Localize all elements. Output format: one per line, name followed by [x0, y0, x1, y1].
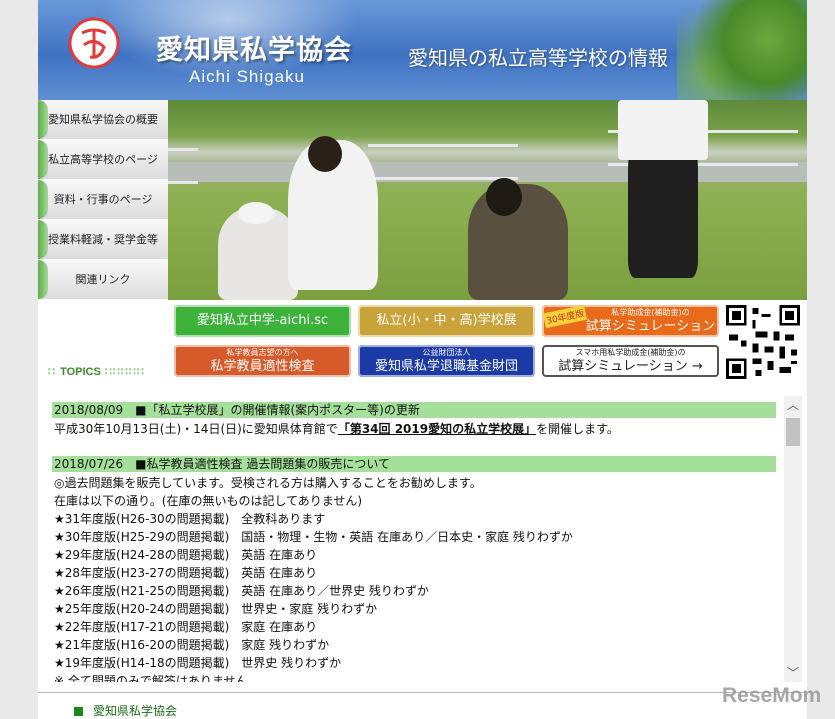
- sidenav-item-high-schools[interactable]: 私立高等学校のページ: [38, 140, 168, 180]
- banner-aichi-private-junior-high[interactable]: 愛知私立中学-aichi.sc: [174, 305, 351, 337]
- banner-label: 試算シミュレーション →: [558, 359, 703, 374]
- sidenav-item-label: 授業料軽減・奨学金等: [48, 233, 158, 246]
- page-frame: 愛知県私学協会 Aichi Shigaku 愛知県の私立高等学校の情報 愛知県私…: [38, 0, 807, 719]
- banner-small-label: スマホ用私学助成金(補助金)の: [575, 348, 686, 357]
- site-romaji: Aichi Shigaku: [189, 67, 306, 86]
- hero-fence-mid: [368, 144, 518, 180]
- side-navigation: 愛知県私学協会の概要 私立高等学校のページ 資料・行事のページ 授業料軽減・奨学…: [38, 100, 168, 300]
- news-line: ★25年度版(H20-24の問題掲載) 世界史・家庭 残りわずか: [54, 602, 378, 616]
- news-line: ★28年度版(H23-27の問題掲載) 英語 在庫あり: [54, 566, 318, 580]
- banner-label: 私学教員適性検査: [210, 359, 315, 374]
- news-line: 平成30年10月13日(土)・14日(日)に愛知県体育館で「第34回 2019愛…: [52, 420, 776, 438]
- banner-smartphone-simulation[interactable]: スマホ用私学助成金(補助金)の 試算シミュレーション →: [542, 345, 719, 377]
- topics-label-text: TOPICS: [60, 366, 101, 378]
- news-line: 在庫は以下の通り。(在庫の無いものは記してありません): [54, 494, 363, 508]
- banner-private-school-exhibition[interactable]: 私立(小・中・高)学校展: [358, 305, 535, 337]
- banner-label: 愛知県私学退職基金財団: [374, 359, 518, 374]
- hero-head2: [486, 178, 522, 216]
- sidenav-item-overview[interactable]: 愛知県私学協会の概要: [38, 100, 168, 140]
- news-line: ★29年度版(H24-28の問題掲載) 英語 在庫あり: [54, 548, 318, 562]
- hero-photo: [168, 100, 807, 300]
- hero-fence-left: [168, 148, 198, 184]
- banner-subsidy-simulation[interactable]: 30年度版 私学助成金(補助金)の 試算シミュレーション: [542, 305, 719, 337]
- scroll-thumb[interactable]: [786, 418, 800, 446]
- news-line: ★31年度版(H26-30の問題掲載) 全教科あります: [54, 512, 326, 526]
- news-line: ★26年度版(H21-25の問題掲載) 英語 在庫あり／世界史 残りわずか: [54, 584, 429, 598]
- site-header: 愛知県私学協会 Aichi Shigaku 愛知県の私立高等学校の情報: [38, 0, 807, 100]
- banner-small-label: 私学教員志望の方へ: [226, 348, 299, 357]
- resemom-watermark: ReseMom: [722, 684, 822, 707]
- hero-hat: [238, 202, 274, 224]
- news-line: ★30年度版(H25-29の問題掲載) 国語・物理・生物・英語 在庫あり／日本史…: [54, 530, 573, 544]
- sidenav-item-related-links[interactable]: 関連リンク: [38, 260, 168, 300]
- footer: 愛知県私学協会: [74, 702, 177, 719]
- hero-head1: [308, 136, 342, 172]
- news-content: 2018/08/09 ■「私立学校展」の開催情報(案内ポスター等)の更新 平成3…: [52, 396, 776, 682]
- banner-teacher-aptitude-test[interactable]: 私学教員志望の方へ 私学教員適性検査: [174, 345, 351, 377]
- news-line: ◎過去問題集を販売しています。受検される方は購入することをお勧めします。: [54, 476, 482, 490]
- topics-label: ∷ TOPICS ∷∷∷∷∷: [48, 366, 145, 378]
- news-line: ★22年度版(H17-21の問題掲載) 家庭 在庫あり: [54, 620, 318, 634]
- footer-label: 愛知県私学協会: [93, 704, 178, 718]
- association-logo-icon[interactable]: [68, 17, 120, 69]
- news-line: ★19年度版(H14-18の問題掲載) 世界史 残りわずか: [54, 656, 342, 670]
- sidenav-item-label: 愛知県私学協会の概要: [48, 113, 158, 126]
- news-heading: 2018/08/09 ■「私立学校展」の開催情報(案内ポスター等)の更新: [52, 402, 776, 418]
- qr-code-icon[interactable]: [726, 305, 800, 379]
- news-text: を開催します。: [536, 422, 619, 436]
- scroll-up-icon[interactable]: ︿: [784, 396, 802, 414]
- site-tagline: 愛知県の私立高等学校の情報: [408, 46, 668, 70]
- banner-label: 私立(小・中・高)学校展: [376, 313, 517, 328]
- exhibition-link[interactable]: 「第34回 2019愛知の私立学校展」: [338, 422, 536, 436]
- sidenav-item-label: 私立高等学校のページ: [48, 153, 158, 166]
- footer-divider: [38, 692, 807, 693]
- sidenav-item-label: 関連リンク: [75, 273, 131, 286]
- news-heading: 2018/07/26 ■私学教員適性検査 過去問題集の販売について: [52, 456, 776, 472]
- footer-square-icon: [74, 707, 83, 716]
- news-line: ★21年度版(H16-20の問題掲載) 家庭 残りわずか: [54, 638, 330, 652]
- banner-retirement-fund[interactable]: 公益財団法人 愛知県私学退職基金財団: [358, 345, 535, 377]
- site-title[interactable]: 愛知県私学協会: [156, 28, 352, 67]
- header-trees: [677, 0, 807, 100]
- news-line: ※ 全て問題のみで解答はありません: [54, 674, 248, 682]
- banner-label: 愛知私立中学-aichi.sc: [196, 313, 329, 328]
- news-text: 平成30年10月13日(土)・14日(日)に愛知県体育館で: [54, 422, 338, 436]
- scroll-down-icon[interactable]: ﹀: [784, 664, 802, 682]
- sidenav-item-materials-events[interactable]: 資料・行事のページ: [38, 180, 168, 220]
- sidenav-item-label: 資料・行事のページ: [53, 193, 153, 206]
- news-scrollbar[interactable]: ︿ ﹀: [784, 396, 802, 682]
- hero-shirt: [618, 100, 708, 160]
- sidenav-item-tuition-scholarship[interactable]: 授業料軽減・奨学金等: [38, 220, 168, 260]
- banner-small-label: 公益財団法人: [422, 348, 471, 357]
